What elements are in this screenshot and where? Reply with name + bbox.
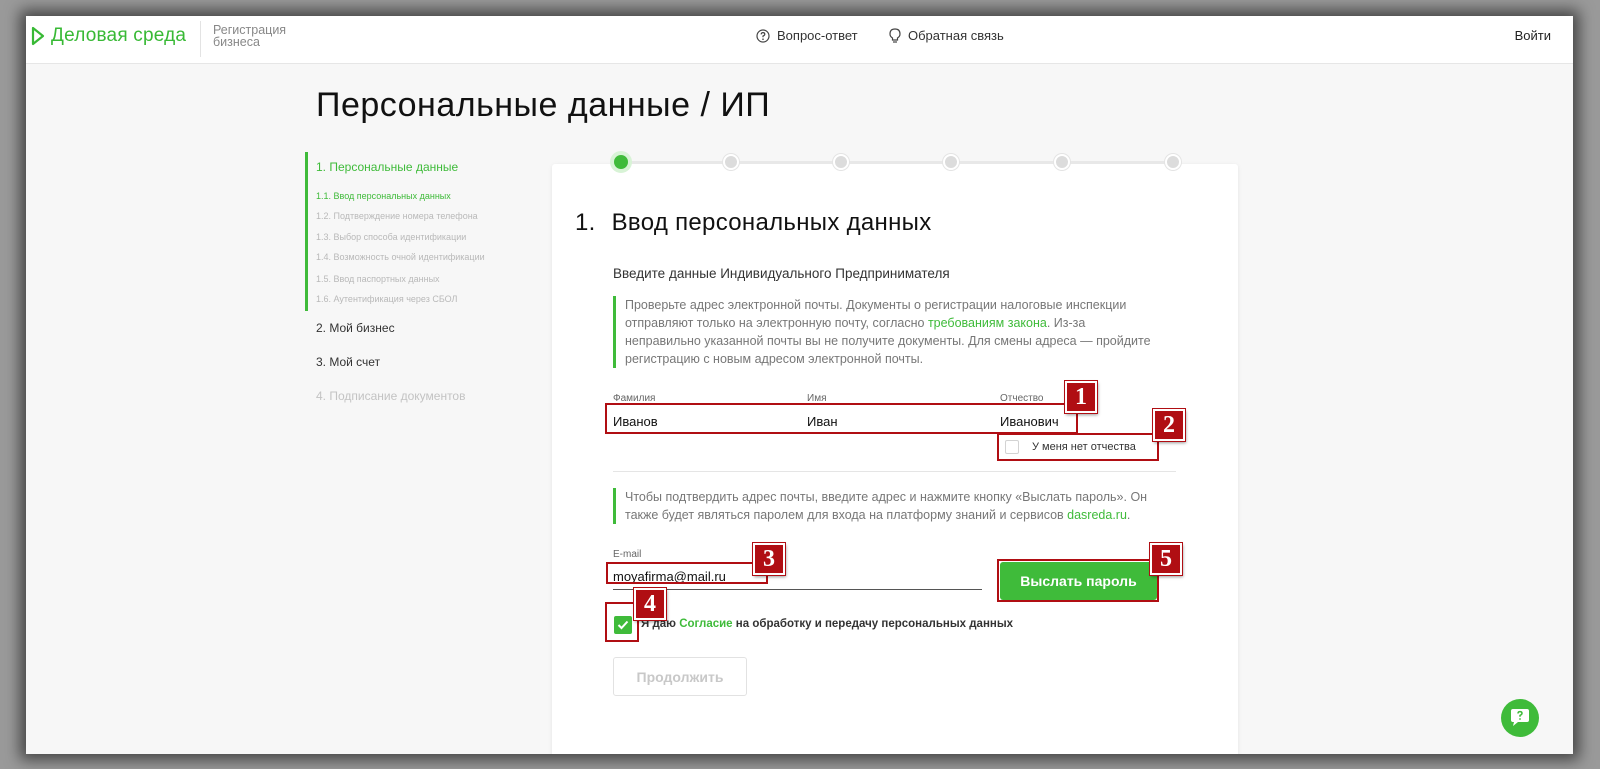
support-chat-button[interactable] <box>1501 699 1539 737</box>
form-heading-number: 1. <box>575 209 596 236</box>
annotation-badge-4: 4 <box>634 588 666 620</box>
nav-faq[interactable]: Вопрос-ответ <box>756 28 858 43</box>
form-heading-text: Ввод персональных данных <box>611 209 932 236</box>
sidebar-substep: 1.2. Подтверждение номера телефона <box>316 211 478 221</box>
annotation-highlight-names <box>605 403 1078 434</box>
annotation-highlight-send-password <box>997 559 1159 602</box>
note-text: . <box>1126 508 1131 522</box>
note-line: отправляют только на электронную почту, … <box>625 314 1178 332</box>
consent-link[interactable]: Согласие <box>679 618 732 630</box>
note-line: Проверьте адрес электронной почты. Докум… <box>625 298 1127 312</box>
nav-feedback[interactable]: Обратная связь <box>889 28 1004 43</box>
nav-feedback-label: Обратная связь <box>908 28 1004 43</box>
note-text: . Из-за <box>1046 316 1086 330</box>
stepper-dot-active <box>610 151 632 173</box>
annotation-badge-3: 3 <box>753 543 785 575</box>
annotation-badge-5: 5 <box>1150 543 1182 575</box>
annotation-badge-1: 1 <box>1065 381 1097 413</box>
section-divider <box>613 471 1176 472</box>
note-line: также будет являться паролем для входа н… <box>625 506 1178 524</box>
note-line: неправильно указанной почты вы не получи… <box>625 334 1151 348</box>
annotation-highlight-email <box>606 562 768 584</box>
stepper-dot <box>1165 154 1181 170</box>
brand-name: Деловая среда <box>51 25 187 46</box>
brand-subtitle: Регистрация бизнеса <box>213 23 287 49</box>
sidebar-step-account[interactable]: 3. Мой счет <box>316 355 380 369</box>
sidebar-substep[interactable]: 1.1. Ввод персональных данных <box>316 191 451 201</box>
nav-faq-label: Вопрос-ответ <box>777 28 858 43</box>
sidebar-substep: 1.5. Ввод паспортных данных <box>316 274 440 284</box>
note-text: отправляют только на электронную почту, … <box>625 316 928 330</box>
brand-logo[interactable]: Деловая среда <box>31 25 186 47</box>
chat-question-icon <box>1511 709 1529 726</box>
sidebar-step-personal[interactable]: 1. Персональные данные <box>316 160 458 174</box>
email-warning-note: Проверьте адрес электронной почты. Докум… <box>613 296 1178 368</box>
consent-text: на обработку и передачу персональных дан… <box>732 618 1014 630</box>
annotation-badge-2: 2 <box>1153 409 1185 441</box>
sidebar-step-business[interactable]: 2. Мой бизнес <box>316 321 395 335</box>
stepper-track <box>618 161 1174 164</box>
note-text: также будет являться паролем для входа н… <box>625 508 1068 522</box>
sidebar-active-indicator <box>305 152 308 311</box>
dasreda-link[interactable]: dasreda.ru <box>1067 508 1127 522</box>
logo-play-icon <box>31 26 45 46</box>
sidebar-substep: 1.6. Аутентификация через СБОЛ <box>316 294 458 304</box>
sidebar-substep: 1.3. Выбор способа идентификации <box>316 232 467 242</box>
sidebar-substep: 1.4. Возможность очной идентификации <box>316 252 485 262</box>
browser-viewport: Деловая среда Регистрация бизнеса Вопрос… <box>26 16 1573 754</box>
email-label: E-mail <box>613 549 642 560</box>
login-link[interactable]: Войти <box>1515 28 1551 43</box>
sidebar-step-documents: 4. Подписание документов <box>316 389 466 403</box>
question-circle-icon <box>756 28 770 43</box>
lightbulb-icon <box>889 28 901 43</box>
form-subheading: Введите данные Индивидуального Предприни… <box>613 266 950 281</box>
note-line: Чтобы подтвердить адрес почты, введите а… <box>625 490 1148 504</box>
page-title: Персональные данные / ИП <box>316 86 771 124</box>
logo-divider <box>200 21 201 57</box>
annotation-highlight-no-patronymic <box>997 433 1159 461</box>
top-header: Деловая среда Регистрация бизнеса Вопрос… <box>26 16 1573 64</box>
law-requirements-link[interactable]: требованиям закона <box>928 316 1047 330</box>
email-info-note: Чтобы подтвердить адрес почты, введите а… <box>613 488 1178 524</box>
email-underline <box>613 589 982 590</box>
stepper-dot <box>943 154 959 170</box>
stepper-dot <box>833 154 849 170</box>
consent-label: Я даю Согласие на обработку и передачу п… <box>641 618 1013 630</box>
stepper-dot <box>723 154 739 170</box>
note-line: регистрацию с новым адресом электронной … <box>625 352 924 366</box>
form-heading: 1. Ввод персональных данных <box>575 209 932 237</box>
stepper-dot <box>1054 154 1070 170</box>
continue-button[interactable]: Продолжить <box>613 657 747 696</box>
